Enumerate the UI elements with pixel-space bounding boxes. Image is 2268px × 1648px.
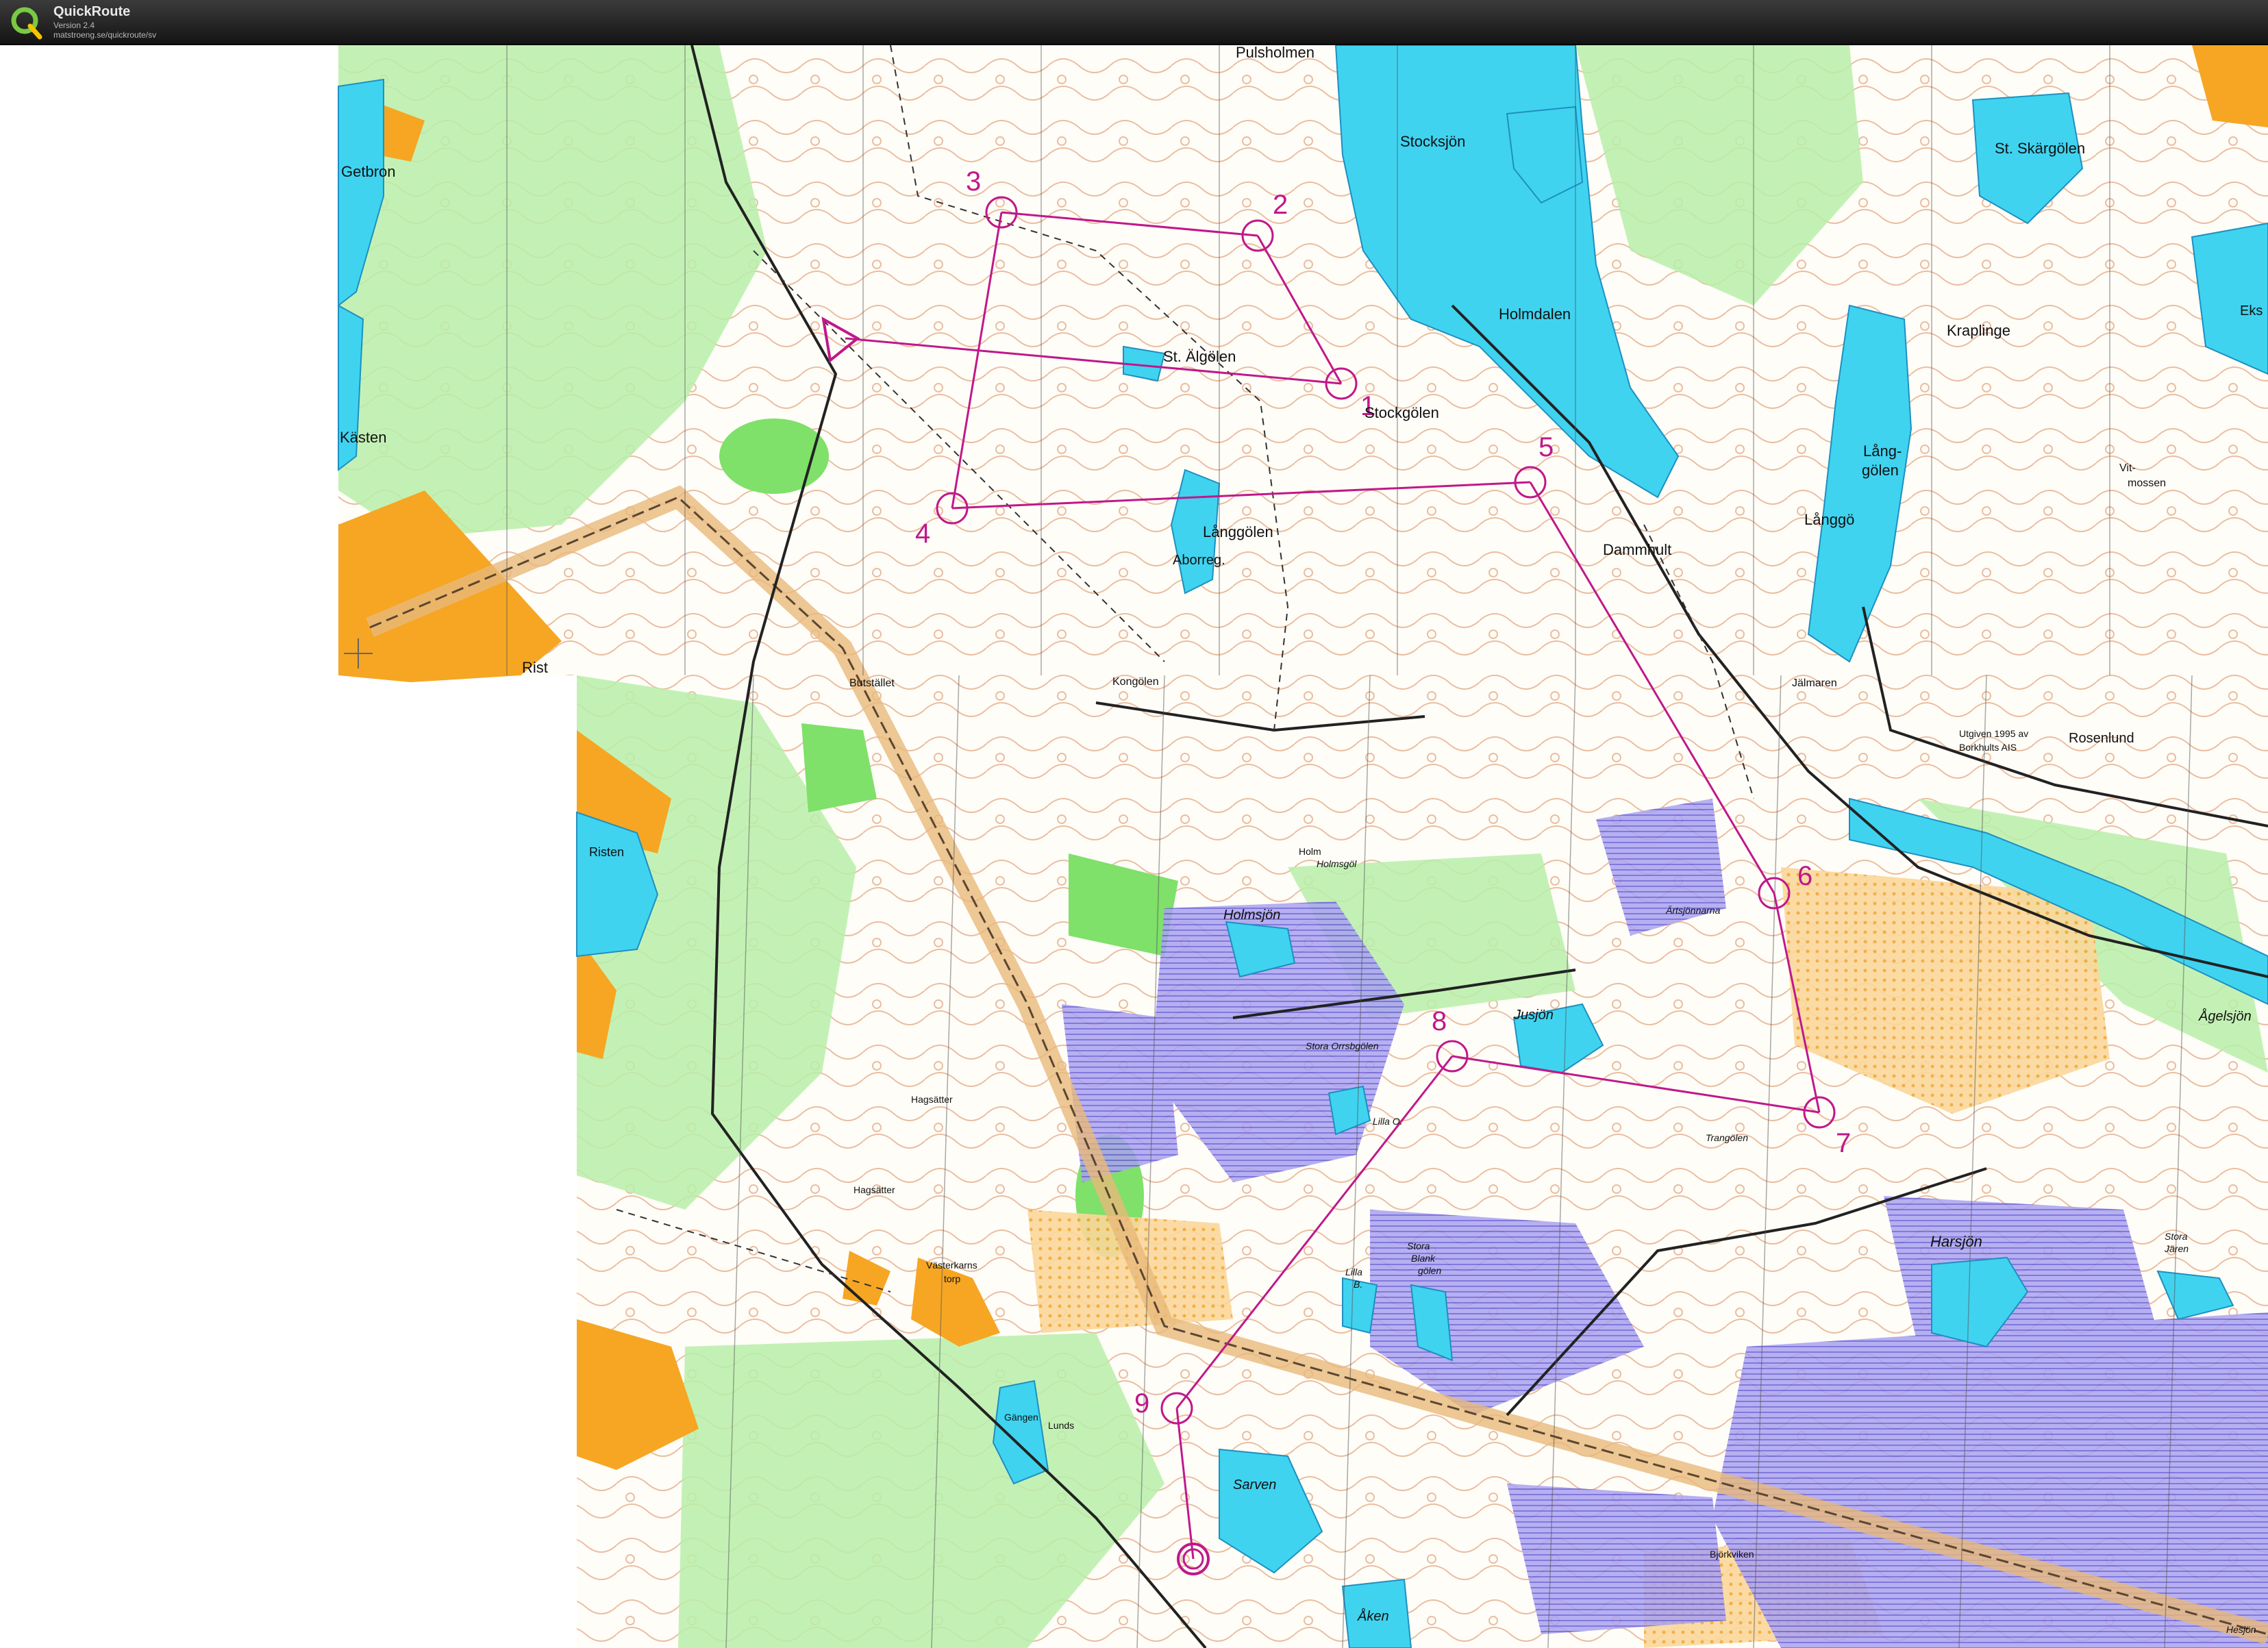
place-name: Lunds xyxy=(1048,1420,1074,1431)
control-number-3: 3 xyxy=(966,166,981,197)
place-name: Harsjön xyxy=(1930,1233,1982,1250)
place-name: Kästen xyxy=(340,429,387,446)
place-name: Åken xyxy=(1357,1608,1389,1624)
place-name: Pulsholmen xyxy=(1236,45,1314,61)
place-name: gölen xyxy=(1862,462,1899,479)
place-name: Eks xyxy=(2240,303,2263,319)
place-name: B. xyxy=(1354,1279,1362,1290)
control-number-9: 9 xyxy=(1134,1388,1149,1419)
place-name: Björkviken xyxy=(1710,1549,1754,1560)
place-name: Sarven xyxy=(1233,1477,1276,1493)
place-name: Hesjön xyxy=(2226,1624,2256,1635)
place-name: Stora Orrsbgölen xyxy=(1306,1040,1379,1051)
place-name: Blank xyxy=(1411,1253,1436,1264)
place-name: Lilla xyxy=(1345,1266,1362,1277)
place-name: Långgö xyxy=(1804,511,1854,528)
place-name: Stora xyxy=(1407,1240,1430,1251)
place-name: Rist xyxy=(522,659,548,676)
app-title: QuickRoute xyxy=(53,4,131,19)
place-name: St. Älgölen xyxy=(1163,348,1236,365)
place-name: Ågelsjön xyxy=(2198,1008,2252,1024)
place-name: Rosenlund xyxy=(2069,731,2134,746)
place-name: Gängen xyxy=(1004,1412,1038,1423)
place-name: St. Skärgölen xyxy=(1995,140,2085,157)
quickroute-logo-icon xyxy=(11,7,42,40)
place-name: Ristеn xyxy=(589,845,624,859)
place-name: Lilla O. xyxy=(1373,1116,1403,1127)
place-name: torp xyxy=(944,1273,960,1284)
place-name: Trangölen xyxy=(1706,1132,1748,1143)
control-number-5: 5 xyxy=(1538,432,1554,462)
place-name: gölen xyxy=(1418,1265,1441,1276)
place-name: Kraplinge xyxy=(1947,322,2010,339)
control-number-7: 7 xyxy=(1836,1128,1851,1158)
place-name: Jären xyxy=(2164,1243,2189,1254)
place-name: Lång- xyxy=(1863,442,1902,460)
place-name: Dammhult xyxy=(1603,541,1671,558)
title-bar: QuickRoute Version 2.4 matstroeng.se/qui… xyxy=(0,0,2268,45)
place-name: Västerkarns xyxy=(926,1260,977,1271)
app-version: Version 2.4 xyxy=(53,21,95,30)
map-canvas[interactable]: 1 2 3 4 5 6 7 8 9 Pulsholmen Stocksjön G… xyxy=(0,45,2268,1648)
control-number-4: 4 xyxy=(915,519,930,549)
place-name: Holmsjön xyxy=(1223,908,1280,923)
place-name: Jälmaren xyxy=(1792,677,1837,689)
app-url: matstroeng.se/quickroute/sv xyxy=(53,30,157,40)
place-name: Hagsätter xyxy=(911,1094,953,1105)
place-name: Långgölen xyxy=(1203,523,1273,540)
place-name: Stocksjön xyxy=(1400,133,1465,150)
orienteering-map[interactable]: 1 2 3 4 5 6 7 8 9 Pulsholmen Stocksjön G… xyxy=(0,45,2268,1648)
place-name: Holm xyxy=(1299,846,1321,857)
place-name: Jusjön xyxy=(1513,1008,1554,1023)
place-name: Stockgölen xyxy=(1364,404,1439,421)
place-name: Stora xyxy=(2165,1231,2188,1242)
place-name: Ärtsjönnarna xyxy=(1665,905,1721,916)
place-name: Butstället xyxy=(849,677,895,689)
place-name: Holmsgöl xyxy=(1317,858,1357,869)
place-name: Kongölen xyxy=(1112,676,1159,688)
place-name: Vit- xyxy=(2119,462,2136,474)
place-name: Aborreg. xyxy=(1173,553,1225,568)
place-name: Hagsätter xyxy=(853,1184,895,1195)
place-name: Utgiven 1995 av xyxy=(1959,728,2028,739)
place-name: Borkhults AIS xyxy=(1959,742,2017,753)
control-number-2: 2 xyxy=(1273,190,1288,220)
place-name: Holmdalen xyxy=(1499,305,1571,323)
place-name: mossen xyxy=(2128,477,2166,489)
control-number-8: 8 xyxy=(1432,1006,1447,1036)
place-name: Getbron xyxy=(341,163,396,180)
control-number-6: 6 xyxy=(1797,861,1812,891)
